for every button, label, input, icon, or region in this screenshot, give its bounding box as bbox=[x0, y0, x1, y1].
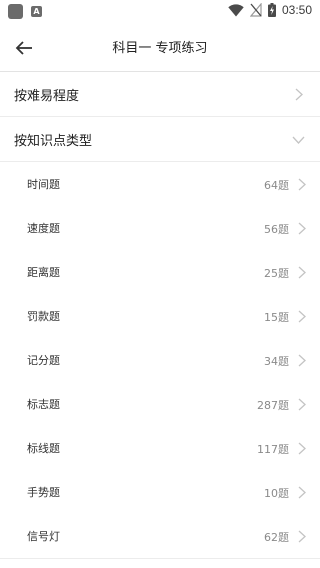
item-label: 罚款题 bbox=[27, 310, 60, 323]
item-count: 34题 bbox=[264, 355, 289, 368]
item-label: 时间题 bbox=[27, 178, 60, 191]
list-item-gestures[interactable]: 手势题 10题 bbox=[0, 470, 320, 515]
chevron-right-icon bbox=[295, 88, 303, 101]
item-label: 标线题 bbox=[27, 442, 60, 455]
section-difficulty[interactable]: 按难易程度 bbox=[0, 72, 320, 117]
item-label: 信号灯 bbox=[27, 530, 60, 543]
item-label: 距离题 bbox=[27, 266, 60, 279]
list-item-signal-lights[interactable]: 信号灯 62题 bbox=[0, 514, 320, 559]
title-bar: 科目一 专项练习 bbox=[0, 24, 320, 72]
item-count: 287题 bbox=[257, 399, 289, 412]
chevron-down-icon bbox=[292, 136, 305, 144]
item-label: 记分题 bbox=[27, 354, 60, 367]
chevron-right-icon bbox=[298, 530, 306, 543]
section-label: 按知识点类型 bbox=[14, 134, 93, 149]
chevron-right-icon bbox=[298, 222, 306, 235]
app-icon bbox=[8, 4, 23, 19]
item-count: 62题 bbox=[264, 531, 289, 544]
chevron-right-icon bbox=[298, 178, 306, 191]
chevron-right-icon bbox=[298, 486, 306, 499]
section-knowledge-type[interactable]: 按知识点类型 bbox=[0, 117, 320, 162]
page-title: 科目一 专项练习 bbox=[112, 41, 208, 56]
item-label: 速度题 bbox=[27, 222, 60, 235]
chevron-right-icon bbox=[298, 354, 306, 367]
list-item-distance[interactable]: 距离题 25题 bbox=[0, 250, 320, 295]
no-sim-icon bbox=[249, 3, 262, 17]
item-count: 15题 bbox=[264, 311, 289, 324]
status-time: 03:50 bbox=[281, 3, 312, 17]
list-item-points[interactable]: 记分题 34题 bbox=[0, 338, 320, 383]
battery-charging-icon bbox=[267, 3, 276, 17]
list-item-fine[interactable]: 罚款题 15题 bbox=[0, 294, 320, 339]
chevron-right-icon bbox=[298, 442, 306, 455]
item-count: 117题 bbox=[257, 443, 289, 456]
a-badge-icon: A bbox=[31, 6, 42, 17]
chevron-right-icon bbox=[298, 398, 306, 411]
chevron-right-icon bbox=[298, 266, 306, 279]
item-count: 56题 bbox=[264, 223, 289, 236]
item-label: 手势题 bbox=[27, 486, 60, 499]
list-item-time[interactable]: 时间题 64题 bbox=[0, 162, 320, 207]
item-count: 10题 bbox=[264, 487, 289, 500]
item-count: 64题 bbox=[264, 179, 289, 192]
item-count: 25题 bbox=[264, 267, 289, 280]
chevron-right-icon bbox=[298, 310, 306, 323]
wifi-icon bbox=[228, 3, 244, 16]
item-label: 标志题 bbox=[27, 398, 60, 411]
status-bar: A 03:50 bbox=[0, 0, 320, 24]
list-item-markings[interactable]: 标线题 117题 bbox=[0, 426, 320, 471]
list-item-signs[interactable]: 标志题 287题 bbox=[0, 382, 320, 427]
section-label: 按难易程度 bbox=[14, 89, 80, 104]
list-item-speed[interactable]: 速度题 56题 bbox=[0, 206, 320, 251]
